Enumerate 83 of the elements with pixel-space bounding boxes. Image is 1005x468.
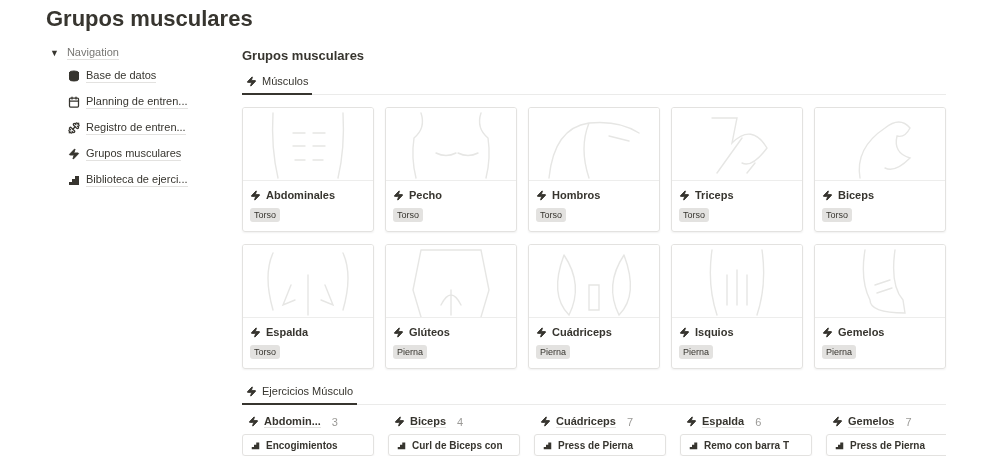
sidebar-link[interactable]: Registro de entren... bbox=[46, 118, 242, 138]
column-title: Espalda bbox=[702, 415, 745, 428]
card-title: Glúteos bbox=[409, 326, 450, 338]
tag: Pierna bbox=[536, 345, 570, 359]
bolt-icon bbox=[250, 189, 261, 201]
bolt-icon bbox=[248, 416, 259, 427]
card-title: Espalda bbox=[266, 326, 309, 338]
bolt-icon bbox=[822, 189, 833, 201]
gallery-card[interactable]: Espalda Torso bbox=[242, 244, 374, 369]
stairs-icon bbox=[689, 441, 698, 450]
bolt-icon bbox=[394, 416, 405, 427]
stairs-icon bbox=[251, 441, 260, 450]
stairs-icon bbox=[68, 174, 80, 186]
stairs-icon bbox=[835, 441, 844, 450]
bolt-icon bbox=[536, 189, 547, 201]
board-card[interactable]: Press de Pierna bbox=[534, 434, 666, 456]
bolt-icon bbox=[832, 416, 843, 427]
board-card[interactable]: Encogimientos bbox=[242, 434, 374, 456]
column-count: 7 bbox=[626, 415, 634, 428]
card-title: Cuádriceps bbox=[552, 326, 612, 338]
tag: Torso bbox=[536, 208, 566, 222]
tag: Torso bbox=[822, 208, 852, 222]
gallery-card[interactable]: Gemelos Pierna bbox=[814, 244, 946, 369]
card-title: Abdominales bbox=[266, 189, 336, 201]
view-tab[interactable]: Ejercicios Músculo bbox=[242, 381, 358, 405]
tag: Torso bbox=[250, 208, 280, 222]
bolt-icon bbox=[246, 385, 257, 397]
tag: Torso bbox=[679, 208, 709, 222]
tag: Pierna bbox=[679, 345, 713, 359]
board-card[interactable]: Remo con barra T bbox=[680, 434, 812, 456]
column-title: Gemelos bbox=[848, 415, 895, 428]
bolt-icon bbox=[393, 189, 404, 201]
view-tab[interactable]: Músculos bbox=[242, 71, 313, 95]
column-count: 6 bbox=[755, 415, 762, 428]
column-title: Abdomin... bbox=[264, 415, 321, 428]
dumbbell-icon bbox=[68, 122, 80, 134]
tag: Torso bbox=[250, 345, 280, 359]
navigation-heading: Navigation bbox=[66, 46, 119, 60]
gallery-card[interactable]: Triceps Torso bbox=[671, 107, 803, 232]
gallery-card[interactable]: Abdominales Torso bbox=[242, 107, 374, 232]
gallery-card[interactable]: Biceps Torso bbox=[814, 107, 946, 232]
sidebar-link[interactable]: Base de datos bbox=[46, 66, 242, 86]
page-title: Grupos musculares bbox=[46, 6, 254, 32]
board-card[interactable]: Press de Pierna bbox=[826, 434, 946, 456]
column-title: Cuádriceps bbox=[556, 415, 616, 428]
bolt-icon bbox=[679, 189, 690, 201]
column-count: 7 bbox=[905, 415, 912, 428]
card-title: Isquios bbox=[695, 326, 734, 338]
card-title: Hombros bbox=[552, 189, 601, 201]
database-icon bbox=[68, 70, 80, 82]
section-title: Grupos musculares bbox=[242, 48, 366, 63]
gallery-card[interactable]: Isquios Pierna bbox=[671, 244, 803, 369]
bolt-icon bbox=[686, 416, 697, 427]
gallery-card[interactable]: Glúteos Pierna bbox=[385, 244, 517, 369]
bolt-icon bbox=[540, 416, 551, 427]
calendar-icon bbox=[68, 96, 80, 108]
gallery-card[interactable]: Hombros Torso bbox=[528, 107, 660, 232]
bolt-icon bbox=[250, 326, 261, 338]
card-title: Biceps bbox=[838, 189, 875, 201]
sidebar-link[interactable]: Grupos musculares bbox=[46, 144, 242, 164]
tag: Pierna bbox=[393, 345, 427, 359]
sidebar-link[interactable]: Biblioteca de ejerci... bbox=[46, 170, 242, 190]
bolt-icon bbox=[246, 75, 257, 87]
stairs-icon bbox=[543, 441, 552, 450]
bolt-icon bbox=[393, 326, 404, 338]
bolt-icon bbox=[822, 326, 833, 338]
stairs-icon bbox=[397, 441, 406, 450]
gallery-card[interactable]: Cuádriceps Pierna bbox=[528, 244, 660, 369]
card-title: Gemelos bbox=[838, 326, 885, 338]
bolt-icon bbox=[679, 326, 690, 338]
column-count: 4 bbox=[457, 415, 464, 428]
gallery-card[interactable]: Pecho Torso bbox=[385, 107, 517, 232]
card-title: Triceps bbox=[695, 189, 734, 201]
collapse-toggle[interactable]: ▼ bbox=[50, 48, 59, 58]
column-count: 3 bbox=[331, 415, 338, 428]
column-title: Biceps bbox=[410, 415, 447, 428]
bolt-icon bbox=[536, 326, 547, 338]
card-title: Pecho bbox=[409, 189, 442, 201]
board-card[interactable]: Curl de Biceps con bbox=[388, 434, 520, 456]
sidebar-link[interactable]: Planning de entren... bbox=[46, 92, 242, 112]
bolt-icon bbox=[68, 148, 80, 160]
tag: Pierna bbox=[822, 345, 856, 359]
tag: Torso bbox=[393, 208, 423, 222]
